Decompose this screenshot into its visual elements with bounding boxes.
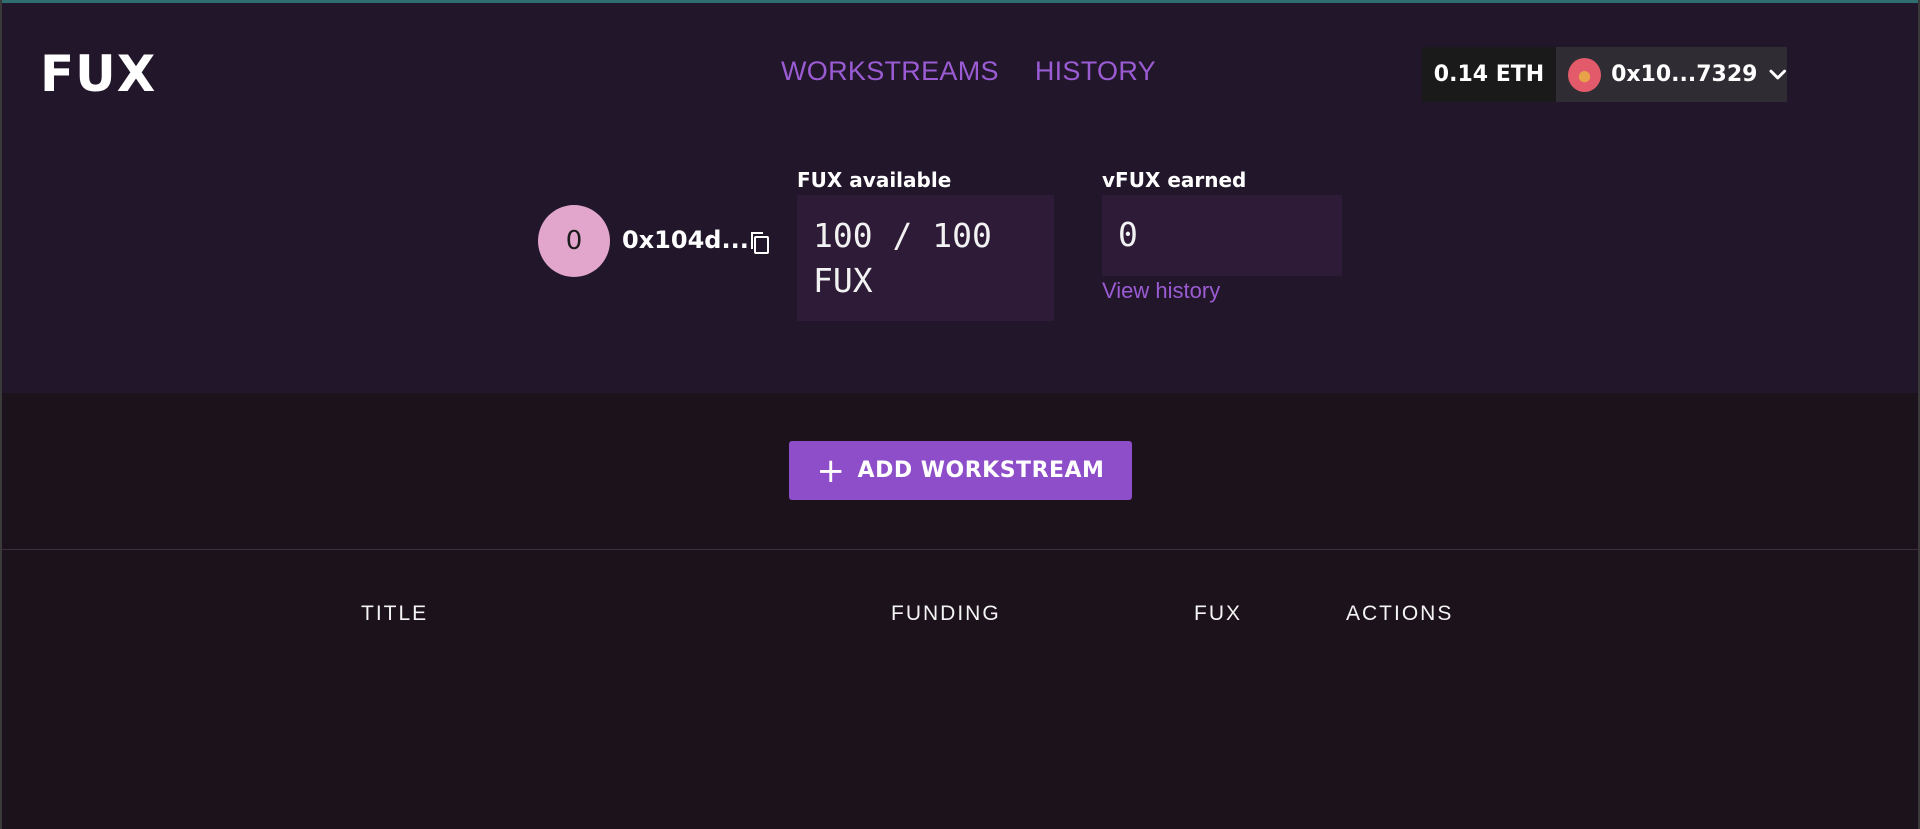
fux-available-value: 100 / 100 — [813, 216, 992, 255]
account-address: 0x10...7329 — [1611, 62, 1758, 87]
vfux-earned-label: vFUX earned — [1102, 168, 1247, 192]
nav-workstreams[interactable]: WORKSTREAMS — [781, 56, 999, 87]
vfux-earned-box: 0 — [1102, 195, 1342, 276]
column-header-fux[interactable]: FUX — [1194, 602, 1242, 626]
fux-available-box: 100 / 100 FUX — [797, 195, 1054, 321]
column-header-funding[interactable]: FUNDING — [891, 602, 1001, 626]
section-divider — [2, 549, 1918, 550]
avatar: 0 — [538, 205, 610, 277]
chevron-down-icon — [1769, 69, 1787, 79]
nav-history[interactable]: HISTORY — [1035, 56, 1156, 87]
column-header-title[interactable]: TITLE — [361, 602, 428, 626]
add-workstream-button[interactable]: + ADD WORKSTREAM — [789, 441, 1132, 500]
main-nav: WORKSTREAMS HISTORY — [781, 56, 1156, 87]
vfux-earned-value: 0 — [1118, 215, 1138, 254]
account-button[interactable]: 0x10...7329 — [1556, 47, 1787, 102]
account-avatar-icon — [1568, 57, 1602, 92]
fux-available-label: FUX available — [797, 168, 952, 192]
wallet-balance: 0.14 ETH — [1422, 47, 1556, 102]
wallet-widget: 0.14 ETH 0x10...7329 — [1422, 47, 1787, 102]
app-logo[interactable]: FUX — [40, 45, 156, 103]
fux-available-unit: FUX — [813, 261, 873, 300]
view-history-link[interactable]: View history — [1102, 278, 1220, 304]
copy-icon[interactable] — [748, 230, 772, 256]
plus-icon: + — [816, 450, 846, 491]
column-header-actions[interactable]: ACTIONS — [1346, 602, 1453, 626]
add-workstream-label: ADD WORKSTREAM — [857, 458, 1105, 483]
profile-address: 0x104d... — [622, 226, 749, 254]
